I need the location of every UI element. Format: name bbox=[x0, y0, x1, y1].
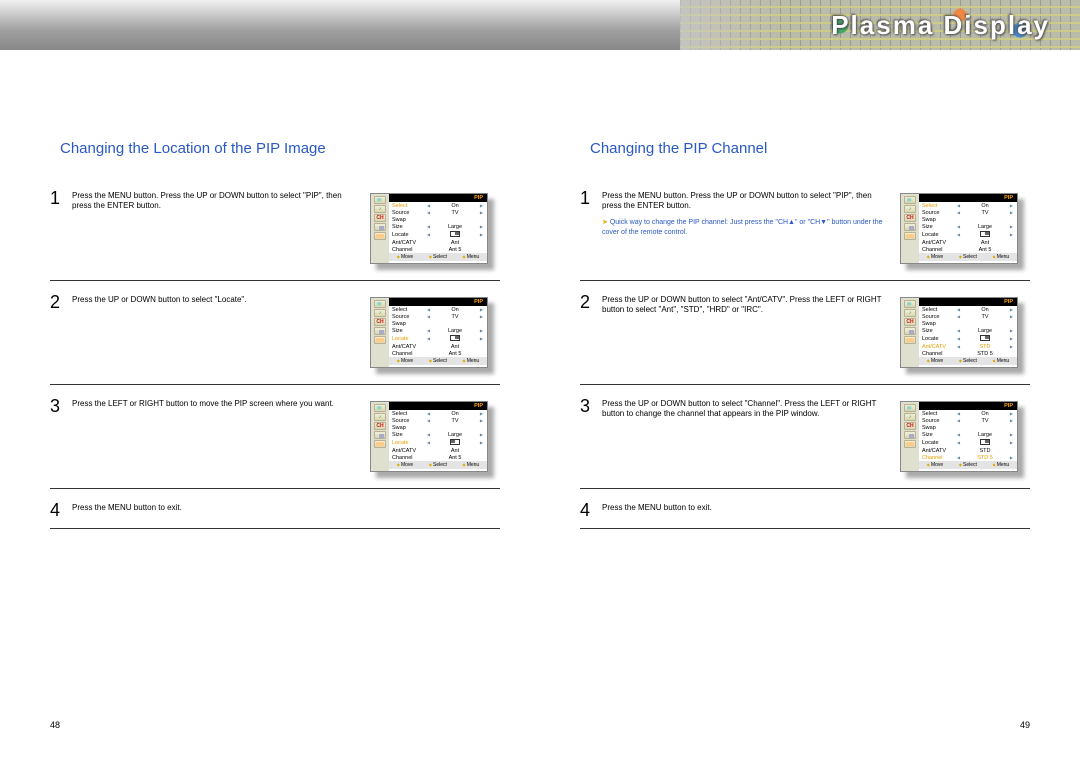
page-number-left: 48 bbox=[50, 720, 60, 730]
step-text: Press the UP or DOWN button to select "A… bbox=[602, 293, 890, 316]
page-left: Changing the Location of the PIP Image 1… bbox=[0, 60, 540, 529]
step-text: Press the LEFT or RIGHT button to move t… bbox=[72, 397, 360, 409]
step-num: 2 bbox=[50, 293, 72, 311]
osd-screenshot: PIP Select◀On▶ Source◀TV▶ Swap Size◀Larg… bbox=[890, 189, 1030, 274]
osd-value: Ant 5 bbox=[426, 247, 484, 253]
step-main-text: Press the MENU button. Press the UP or D… bbox=[602, 191, 872, 210]
osd-label: Size bbox=[392, 224, 426, 230]
step: 3 Press the LEFT or RIGHT button to move… bbox=[50, 385, 500, 489]
page-number-right: 49 bbox=[1020, 720, 1030, 730]
page-right: Changing the PIP Channel 1 Press the MEN… bbox=[540, 60, 1080, 529]
step-num: 4 bbox=[580, 501, 602, 519]
osd-nav-icon bbox=[374, 214, 386, 222]
step-num: 4 bbox=[50, 501, 72, 519]
osd-screenshot: PIP Select◀On▶ Source◀TV▶ Swap Size◀Larg… bbox=[890, 397, 1030, 482]
step: 4 Press the MENU button to exit. bbox=[580, 489, 1030, 529]
osd-foot: Menu bbox=[463, 254, 480, 260]
header-banner: Plasma Display bbox=[0, 0, 1080, 50]
osd-foot: Select bbox=[429, 254, 447, 260]
step-text: Press the MENU button to exit. bbox=[602, 501, 1030, 513]
osd-screenshot: PIP Select◀On▶ Source◀TV▶ Swap Size◀Larg… bbox=[360, 293, 500, 378]
section-title-right: Changing the PIP Channel bbox=[590, 140, 1030, 157]
osd-label: Ant/CATV bbox=[392, 240, 426, 246]
step: 3 Press the UP or DOWN button to select … bbox=[580, 385, 1030, 489]
step-text: Press the MENU button to exit. bbox=[72, 501, 500, 513]
step: 2 Press the UP or DOWN button to select … bbox=[580, 281, 1030, 385]
pages: Changing the Location of the PIP Image 1… bbox=[0, 50, 1080, 529]
step-text: Press the UP or DOWN button to select "C… bbox=[602, 397, 890, 420]
osd-value: Large bbox=[431, 224, 479, 230]
osd-label: Channel bbox=[392, 247, 426, 253]
step-num: 1 bbox=[580, 189, 602, 207]
osd-label: Swap bbox=[392, 217, 426, 223]
osd-label: Source bbox=[392, 210, 426, 216]
osd-foot: Move bbox=[397, 254, 413, 260]
osd-value: On bbox=[431, 203, 479, 209]
osd-nav-icon bbox=[374, 196, 386, 204]
header-title: Plasma Display bbox=[831, 10, 1050, 41]
step-num: 3 bbox=[50, 397, 72, 415]
step: 2 Press the UP or DOWN button to select … bbox=[50, 281, 500, 385]
step-note: ➤ Quick way to change the PIP channel: J… bbox=[602, 218, 886, 238]
step-text: Press the MENU button. Press the UP or D… bbox=[72, 189, 360, 212]
osd-title: PIP bbox=[389, 298, 487, 306]
osd-value: TV bbox=[431, 210, 479, 216]
osd-screenshot: PIP Select◀On▶ Source◀TV▶ Swap Size◀Larg… bbox=[360, 397, 500, 482]
step: 4 Press the MENU button to exit. bbox=[50, 489, 500, 529]
osd-label: Locate bbox=[392, 232, 426, 238]
step-num: 2 bbox=[580, 293, 602, 311]
step-num: 1 bbox=[50, 189, 72, 207]
section-title-left: Changing the Location of the PIP Image bbox=[60, 140, 500, 157]
osd-screenshot: PIP Select◀On▶ Source◀TV▶ Swap Size◀Larg… bbox=[360, 189, 500, 274]
osd-nav-icon bbox=[374, 232, 386, 240]
osd-nav-icon bbox=[374, 205, 386, 213]
step: 1 Press the MENU button. Press the UP or… bbox=[50, 177, 500, 281]
step-num: 3 bbox=[580, 397, 602, 415]
osd-title: PIP bbox=[389, 402, 487, 410]
step: 1 Press the MENU button. Press the UP or… bbox=[580, 177, 1030, 281]
osd-nav-icon bbox=[374, 223, 386, 231]
osd-title: PIP bbox=[389, 194, 487, 202]
step-text: Press the UP or DOWN button to select "L… bbox=[72, 293, 360, 305]
osd-value: Ant bbox=[426, 240, 484, 246]
step-note-text: Quick way to change the PIP channel: Jus… bbox=[602, 219, 883, 236]
step-text: Press the MENU button. Press the UP or D… bbox=[602, 189, 890, 237]
osd-screenshot: PIP Select◀On▶ Source◀TV▶ Swap Size◀Larg… bbox=[890, 293, 1030, 378]
osd-label: Select bbox=[392, 203, 426, 209]
